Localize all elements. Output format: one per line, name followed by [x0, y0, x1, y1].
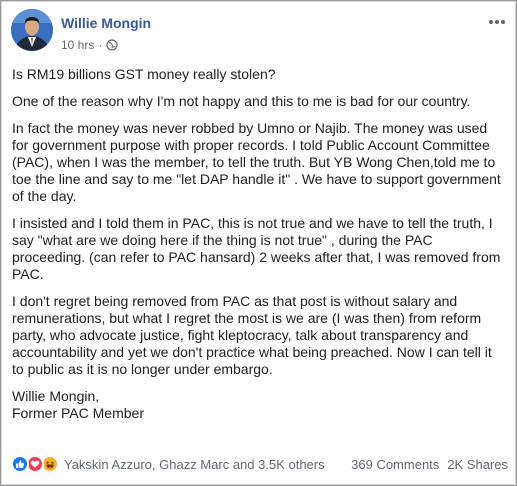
post-meta: 10 hrs · [61, 38, 118, 52]
reaction-icons[interactable] [11, 455, 59, 473]
author-name[interactable]: Willie Mongin [61, 15, 151, 31]
engagement-counts: 369 Comments 2K Shares [351, 457, 508, 472]
avatar[interactable] [11, 9, 53, 51]
globe-icon [106, 39, 118, 51]
reaction-names[interactable]: Yakskin Azzuro, Ghazz Marc and 3.5K othe… [64, 457, 325, 472]
signature-name: Willie Mongin, [12, 388, 100, 404]
post-header: Willie Mongin 10 hrs · [11, 9, 508, 57]
post-time[interactable]: 10 hrs [61, 38, 94, 52]
post-paragraph: In fact the money was never robbed by Um… [12, 120, 501, 204]
post-paragraph: One of the reason why I'm not happy and … [12, 93, 471, 109]
post-card: Willie Mongin 10 hrs · Is RM19 billions … [0, 0, 517, 486]
post-body: Is RM19 billions GST money really stolen… [12, 66, 507, 422]
post-paragraph: I insisted and I told them in PAC, this … [12, 215, 501, 282]
comments-count[interactable]: 369 Comments [351, 457, 439, 472]
like-icon [11, 455, 29, 473]
shares-count[interactable]: 2K Shares [447, 457, 508, 472]
post-paragraph: Is RM19 billions GST money really stolen… [12, 66, 276, 82]
post-footer: Yakskin Azzuro, Ghazz Marc and 3.5K othe… [11, 453, 508, 475]
meta-separator: · [98, 38, 103, 52]
signature-title: Former PAC Member [12, 405, 144, 421]
more-options-icon[interactable] [486, 15, 508, 29]
post-paragraph: I don't regret being removed from PAC as… [12, 293, 492, 377]
signature: Willie Mongin, Former PAC Member [12, 388, 507, 422]
